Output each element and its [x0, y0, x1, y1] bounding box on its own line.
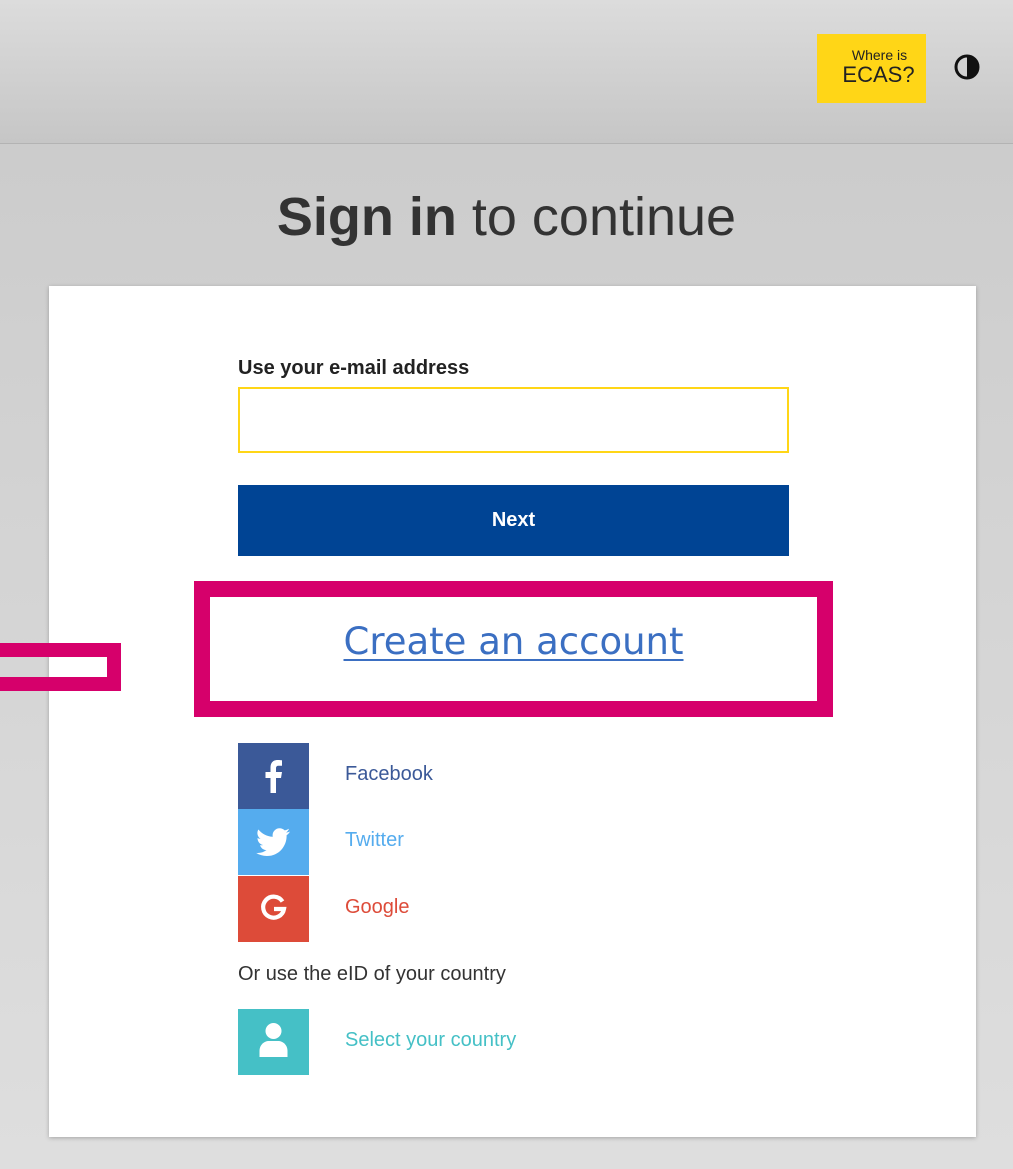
facebook-label: Facebook [345, 763, 433, 785]
page-title-bold: Sign in [276, 187, 457, 247]
next-button[interactable]: Next [238, 485, 789, 556]
facebook-login[interactable]: Facebook [238, 743, 638, 809]
eid-text: Or use the eID of your country [238, 963, 506, 985]
page-title: Sign in to continue [0, 186, 1013, 248]
google-login[interactable]: Google [238, 876, 638, 942]
email-input[interactable] [238, 387, 789, 453]
highlight-pointer [0, 643, 121, 691]
twitter-label: Twitter [345, 829, 404, 851]
google-label: Google [345, 896, 410, 918]
page-title-rest: to continue [456, 187, 737, 247]
select-country-label: Select your country [345, 1029, 517, 1051]
select-country-login[interactable]: Select your country [238, 1009, 638, 1075]
ecas-badge-line2: ECAS? [842, 62, 915, 87]
email-label: Use your e-mail address [238, 357, 470, 379]
facebook-icon [238, 743, 309, 809]
twitter-icon [238, 809, 309, 875]
ecas-badge-line1: Where is [851, 47, 908, 63]
page-header: Where is ECAS? [0, 0, 1013, 144]
google-icon [238, 876, 309, 942]
create-account-link[interactable]: Create an account [194, 620, 833, 663]
twitter-login[interactable]: Twitter [238, 809, 638, 875]
person-icon [238, 1009, 309, 1075]
where-is-ecas-button[interactable]: Where is ECAS? [817, 34, 926, 103]
contrast-icon[interactable] [954, 54, 980, 80]
